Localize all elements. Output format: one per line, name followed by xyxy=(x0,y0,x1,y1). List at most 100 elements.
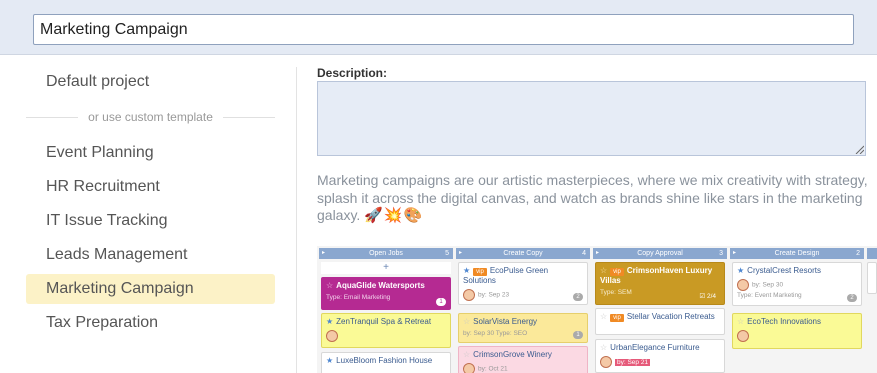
star-icon: ☆ xyxy=(600,312,608,321)
column-count: 5 xyxy=(445,250,449,257)
column-header: ▸ Create Copy 4 xyxy=(456,248,590,259)
card-meta: by: Sep 21 xyxy=(600,356,720,368)
card-meta xyxy=(326,330,446,342)
card-name: Stellar Vacation Retreats xyxy=(626,312,715,321)
divider-line-right xyxy=(222,116,276,118)
vip-tag: vip xyxy=(610,268,624,276)
collapse-arrow-icon: ▸ xyxy=(733,250,737,256)
star-icon: ☆ xyxy=(600,343,608,352)
project-title-input[interactable] xyxy=(33,14,854,45)
star-icon: ☆ xyxy=(463,317,471,326)
column-title: Create Copy xyxy=(503,250,543,257)
column-header: ▸ Create Design 2 xyxy=(730,248,864,259)
board-card: ★ LuxeBloom Fashion House xyxy=(321,352,451,373)
template-event-planning[interactable]: Event Planning xyxy=(26,138,275,168)
column-title: Create Design xyxy=(774,250,820,257)
board-column-open-jobs: ▸ Open Jobs 5 + ☆ AquaGlide Watersports T… xyxy=(319,246,453,373)
top-bar xyxy=(0,0,877,55)
column-count: 4 xyxy=(582,250,586,257)
board-card: ☆ vip Stellar Vacation Retreats xyxy=(595,308,725,335)
card-meta xyxy=(737,330,857,342)
column-title: Open Jobs xyxy=(369,250,403,257)
description-textarea[interactable] xyxy=(317,81,866,156)
template-tax-preparation[interactable]: Tax Preparation xyxy=(26,308,275,338)
board-card: ★ ZenTranquil Spa & Retreat xyxy=(321,313,451,348)
column-count: 2 xyxy=(856,250,860,257)
collapse-arrow-icon: ▸ xyxy=(459,250,463,256)
board-column-partial xyxy=(867,246,877,373)
board-column-create-copy: ▸ Create Copy 4 ★ vip EcoPulse Green Solut… xyxy=(456,246,590,373)
board-card: ☆ SolarVista Energy by: Sep 30 Type: SEO … xyxy=(458,313,588,343)
avatar xyxy=(737,330,749,342)
card-meta: by: Sep 23 xyxy=(463,289,583,301)
card-name: ZenTranquil Spa & Retreat xyxy=(336,317,432,326)
board-column-copy-approval: ▸ Copy Approval 3 ☆ vip CrimsonHaven Luxur… xyxy=(593,246,727,373)
comment-badge: 1 xyxy=(436,298,446,306)
comment-badge: 2 xyxy=(573,293,583,301)
board-card: ☆ EcoTech Innovations xyxy=(732,313,862,349)
card-meta: by: Sep 30 xyxy=(737,279,857,291)
template-preview-board: ▸ Open Jobs 5 + ☆ AquaGlide Watersports T… xyxy=(317,246,877,373)
card-type: Type: Event Marketing xyxy=(737,292,802,299)
column-count: 3 xyxy=(719,250,723,257)
add-card-button: + xyxy=(321,262,451,274)
resize-grip-icon[interactable] xyxy=(855,145,864,154)
card-name: AquaGlide Watersports xyxy=(336,281,425,290)
template-emojis: 🚀💥🎨 xyxy=(364,207,424,224)
board-card: ☆ UrbanElegance Furniture by: Sep 21 xyxy=(595,339,725,373)
card-due: by: Sep 30 xyxy=(752,281,784,289)
template-leads-management[interactable]: Leads Management xyxy=(26,240,275,270)
column-header: ▸ Open Jobs 5 xyxy=(319,248,453,259)
column-separator xyxy=(296,67,297,373)
board-card xyxy=(867,262,877,294)
checklist-progress: ☑ 2/4 xyxy=(699,293,716,300)
card-due: by: Sep 23 xyxy=(478,291,510,299)
board-card: ☆ AquaGlide Watersports Type: Email Marke… xyxy=(321,277,451,310)
board-card: ★ CrystalCrest Resorts by: Sep 30 Type: E… xyxy=(732,262,862,306)
card-name: CrimsonGrove Winery xyxy=(473,350,552,359)
column-header: ▸ Copy Approval 3 xyxy=(593,248,727,259)
star-icon: ☆ xyxy=(463,350,471,359)
card-type: Type: SEM xyxy=(600,289,632,296)
divider-label: or use custom template xyxy=(88,110,213,124)
card-name: UrbanElegance Furniture xyxy=(610,343,700,352)
vip-tag: vip xyxy=(610,314,624,322)
board-card: ★ vip EcoPulse Green Solutions by: Sep 23 … xyxy=(458,262,588,305)
card-name: SolarVista Energy xyxy=(473,317,538,326)
comment-badge: 2 xyxy=(847,294,857,302)
board-column-create-design: ▸ Create Design 2 ★ CrystalCrest Resorts … xyxy=(730,246,864,373)
card-meta: Type: Email Marketing xyxy=(326,294,391,301)
star-icon: ☆ xyxy=(326,281,334,290)
collapse-arrow-icon: ▸ xyxy=(596,250,600,256)
template-list: Default project or use custom template E… xyxy=(0,55,296,373)
star-icon: ☆ xyxy=(737,317,745,326)
star-icon: ★ xyxy=(326,317,334,326)
comment-badge: 1 xyxy=(573,331,583,339)
star-icon: ★ xyxy=(737,266,745,275)
card-due: by: Oct 21 xyxy=(478,365,508,373)
card-meta: Type: SEM ☑ 2/4 xyxy=(600,289,720,300)
template-it-issue-tracking[interactable]: IT Issue Tracking xyxy=(26,206,275,236)
template-description: Marketing campaigns are our artistic mas… xyxy=(317,172,873,225)
avatar xyxy=(463,363,475,373)
avatar xyxy=(463,289,475,301)
column-header xyxy=(867,248,877,259)
template-marketing-campaign[interactable]: Marketing Campaign xyxy=(26,274,275,304)
avatar xyxy=(326,330,338,342)
card-due: by: Sep 21 xyxy=(615,358,651,366)
star-icon: ☆ xyxy=(600,266,608,275)
template-hr-recruitment[interactable]: HR Recruitment xyxy=(26,172,275,202)
board-card: ☆ CrimsonGrove Winery by: Oct 21 xyxy=(458,346,588,373)
avatar xyxy=(737,279,749,291)
card-name: EcoTech Innovations xyxy=(747,317,821,326)
star-icon: ★ xyxy=(326,356,334,365)
collapse-arrow-icon: ▸ xyxy=(322,250,326,256)
divider-line-left xyxy=(26,116,79,118)
card-meta: by: Sep 30 Type: SEO xyxy=(463,330,528,337)
card-meta: by: Oct 21 xyxy=(463,363,583,373)
avatar xyxy=(600,356,612,368)
card-name: LuxeBloom Fashion House xyxy=(336,356,433,365)
star-icon: ★ xyxy=(463,266,471,275)
column-title: Copy Approval xyxy=(637,250,683,257)
template-default-project[interactable]: Default project xyxy=(26,67,275,97)
